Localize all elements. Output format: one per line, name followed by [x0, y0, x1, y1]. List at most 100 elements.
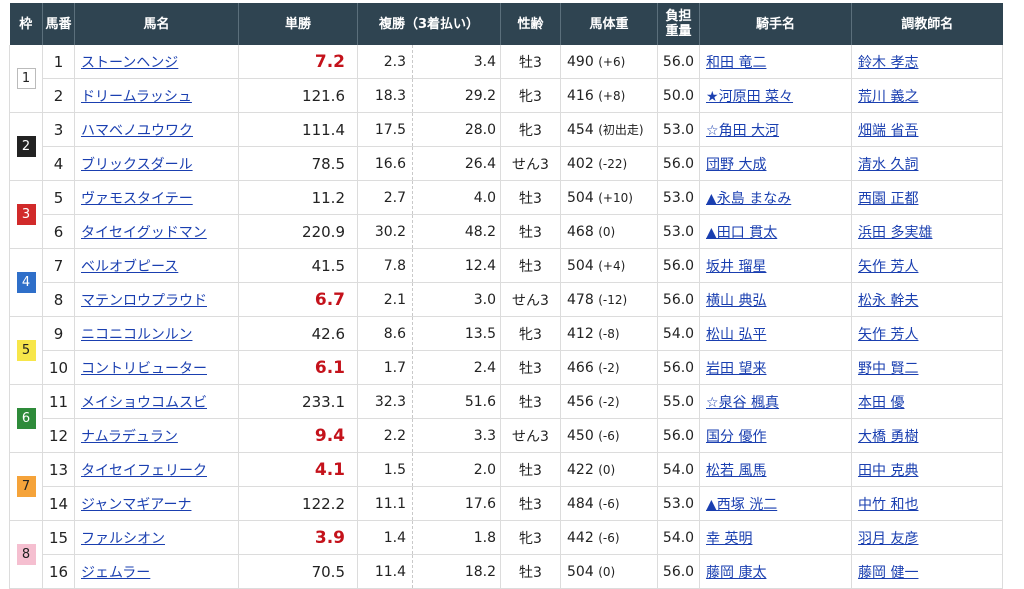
trainer-link[interactable]: 鈴木 孝志: [858, 55, 918, 71]
trainer-link[interactable]: 矢作 芳人: [858, 327, 918, 343]
horse-name-link[interactable]: ドリームラッシュ: [81, 89, 192, 105]
horse-name-link[interactable]: ベルオブピース: [81, 259, 178, 275]
trainer-link[interactable]: 本田 優: [858, 395, 904, 411]
jockey-link[interactable]: 幸 英明: [706, 531, 752, 547]
horse-number: 5: [42, 180, 75, 215]
sex-age: せん3: [500, 146, 562, 181]
jockey-link[interactable]: ☆角田 大河: [706, 123, 779, 139]
place-odds-high: 29.2: [412, 78, 502, 113]
win-odds: 233.1: [238, 384, 358, 419]
horse-name-link[interactable]: メイショウコムスビ: [81, 395, 207, 411]
header-jockey: 騎手名: [699, 3, 853, 45]
burden-weight: 54.0: [657, 316, 701, 351]
horse-name-link[interactable]: ストーンヘンジ: [81, 55, 178, 71]
table-row: 16 ジェムラー 70.5 11.4 18.2 牡3 504 (0) 56.0 …: [10, 554, 1004, 589]
trainer-link[interactable]: 矢作 芳人: [858, 259, 918, 275]
horse-name-link[interactable]: マテンロウプラウド: [81, 293, 207, 309]
weight-diff: (+8): [598, 88, 626, 103]
jockey-link[interactable]: ▲永島 まなみ: [706, 191, 791, 207]
table-row: 4 ブリックスダール 78.5 16.6 26.4 せん3 402 (-22) …: [10, 146, 1004, 181]
jockey-link[interactable]: ▲西塚 洸二: [706, 497, 777, 513]
horse-name-link[interactable]: ジャンマギアーナ: [81, 497, 191, 513]
sex-age: 牝3: [500, 78, 562, 113]
trainer-link[interactable]: 中竹 和也: [858, 497, 918, 513]
horse-weight: 484: [567, 495, 594, 512]
horse-number: 6: [42, 214, 75, 249]
horse-name-link[interactable]: タイセイグッドマン: [81, 225, 207, 241]
sex-age: 牡3: [500, 180, 562, 215]
horse-number: 7: [42, 248, 75, 283]
trainer-link[interactable]: 田中 克典: [858, 463, 918, 479]
jockey-link[interactable]: 国分 優作: [706, 429, 766, 445]
jockey-link[interactable]: ▲田口 貫太: [706, 225, 777, 241]
waku-cell: 1: [9, 45, 43, 113]
sex-age: 牡3: [500, 248, 562, 283]
place-odds-low: 18.3: [357, 78, 413, 113]
trainer-link[interactable]: 清水 久詞: [858, 157, 918, 173]
horse-name-link[interactable]: コントリビューター: [81, 361, 207, 377]
sex-age: 牡3: [500, 350, 562, 385]
jockey-link[interactable]: 岩田 望来: [706, 361, 766, 377]
trainer-link[interactable]: 松永 幹夫: [858, 293, 918, 309]
win-odds: 7.2: [238, 45, 358, 79]
jockey-link[interactable]: 松若 風馬: [706, 463, 766, 479]
trainer-cell: 田中 克典: [851, 452, 1004, 487]
horse-number: 8: [42, 282, 75, 317]
jockey-link[interactable]: 藤岡 康太: [706, 565, 766, 581]
waku-cell: 4: [9, 248, 43, 317]
horse-weight-cell: 478 (-12): [560, 282, 659, 317]
trainer-link[interactable]: 畑端 省吾: [858, 123, 918, 139]
trainer-cell: 清水 久詞: [851, 146, 1004, 181]
trainer-link[interactable]: 羽月 友彦: [858, 531, 918, 547]
jockey-link[interactable]: ☆泉谷 楓真: [706, 395, 779, 411]
waku-badge: 4: [16, 272, 36, 293]
header-burden-weight: 負担 重量: [657, 3, 701, 45]
jockey-link[interactable]: 和田 竜二: [706, 55, 766, 71]
horse-weight: 466: [567, 359, 594, 376]
jockey-cell: ▲永島 まなみ: [699, 180, 853, 215]
horse-name-link[interactable]: ニコニコルンルン: [81, 327, 192, 343]
jockey-cell: 坂井 瑠星: [699, 248, 853, 283]
horse-name-link[interactable]: ナムラデュラン: [81, 429, 178, 445]
horse-name-cell: ジェムラー: [74, 554, 239, 589]
horse-name-link[interactable]: タイセイフェリーク: [81, 463, 207, 479]
trainer-link[interactable]: 西園 正都: [858, 191, 918, 207]
horse-weight-cell: 456 (-2): [560, 384, 659, 419]
trainer-link[interactable]: 荒川 義之: [858, 89, 918, 105]
jockey-link[interactable]: 団野 大成: [706, 157, 766, 173]
horse-name-cell: ヴァモスタイテー: [74, 180, 239, 215]
burden-weight: 56.0: [657, 350, 701, 385]
jockey-cell: ☆角田 大河: [699, 112, 853, 147]
burden-weight: 53.0: [657, 112, 701, 147]
horse-weight-cell: 466 (-2): [560, 350, 659, 385]
horse-name-cell: ストーンヘンジ: [74, 45, 239, 79]
jockey-link[interactable]: 松山 弘平: [706, 327, 766, 343]
horse-name-link[interactable]: ファルシオン: [81, 531, 165, 547]
trainer-cell: 西園 正都: [851, 180, 1004, 215]
jockey-link[interactable]: ★河原田 菜々: [706, 89, 793, 105]
place-odds-low: 11.4: [357, 554, 413, 589]
jockey-link[interactable]: 坂井 瑠星: [706, 259, 766, 275]
jockey-cell: 松山 弘平: [699, 316, 853, 351]
horse-number: 14: [42, 486, 75, 521]
win-odds: 9.4: [238, 418, 358, 453]
win-odds: 41.5: [238, 248, 358, 283]
waku-badge: 2: [16, 136, 36, 157]
horse-number: 12: [42, 418, 75, 453]
horse-name-cell: ハマベノユウワク: [74, 112, 239, 147]
horse-weight-cell: 468 (0): [560, 214, 659, 249]
trainer-link[interactable]: 浜田 多実雄: [858, 225, 932, 241]
horse-name-link[interactable]: ブリックスダール: [81, 157, 193, 173]
burden-weight: 56.0: [657, 248, 701, 283]
horse-name-cell: ニコニコルンルン: [74, 316, 239, 351]
trainer-link[interactable]: 大橋 勇樹: [858, 429, 918, 445]
horse-name-link[interactable]: ヴァモスタイテー: [81, 191, 193, 207]
horse-name-link[interactable]: ジェムラー: [81, 565, 150, 581]
table-row: 1 1 ストーンヘンジ 7.2 2.3 3.4 牡3 490 (+6) 56.0…: [9, 45, 1004, 113]
trainer-cell: 矢作 芳人: [851, 248, 1004, 283]
horse-name-link[interactable]: ハマベノユウワク: [81, 123, 193, 139]
trainer-link[interactable]: 藤岡 健一: [858, 565, 918, 581]
horse-weight: 450: [567, 427, 594, 444]
trainer-link[interactable]: 野中 賢二: [858, 361, 918, 377]
jockey-link[interactable]: 横山 典弘: [706, 293, 766, 309]
